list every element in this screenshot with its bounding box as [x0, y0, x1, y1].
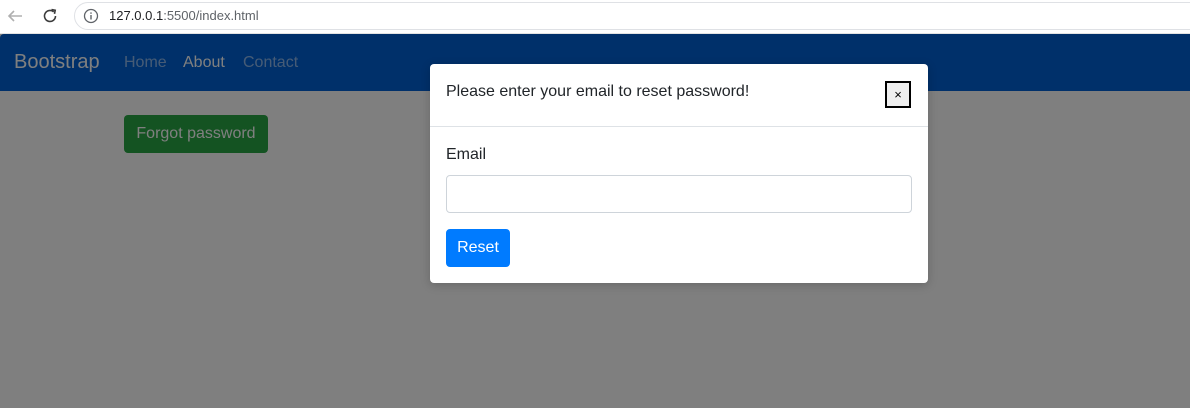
- arrow-left-icon: [7, 10, 22, 22]
- email-label: Email: [446, 146, 487, 163]
- browser-toolbar: 127.0.0.1:5500/index.html: [0, 0, 1190, 34]
- close-icon: ×: [894, 87, 902, 102]
- modal-header: Please enter your email to reset passwor…: [430, 64, 928, 127]
- reload-button[interactable]: [38, 4, 62, 28]
- reset-button[interactable]: Reset: [446, 229, 510, 267]
- modal-title: Please enter your email to reset passwor…: [446, 83, 750, 100]
- url-path: :5500/index.html: [163, 8, 259, 23]
- address-bar[interactable]: 127.0.0.1:5500/index.html: [74, 2, 1190, 30]
- info-icon[interactable]: [83, 8, 99, 24]
- page: Bootstrap Home About Contact Forgot pass…: [0, 34, 1190, 408]
- reload-icon: [43, 8, 57, 23]
- close-button[interactable]: ×: [885, 81, 911, 108]
- url-text: 127.0.0.1:5500/index.html: [109, 8, 259, 23]
- url-host: 127.0.0.1: [109, 8, 164, 23]
- back-button[interactable]: [3, 4, 27, 28]
- email-field[interactable]: [446, 175, 912, 213]
- reset-password-modal: Please enter your email to reset passwor…: [430, 64, 928, 283]
